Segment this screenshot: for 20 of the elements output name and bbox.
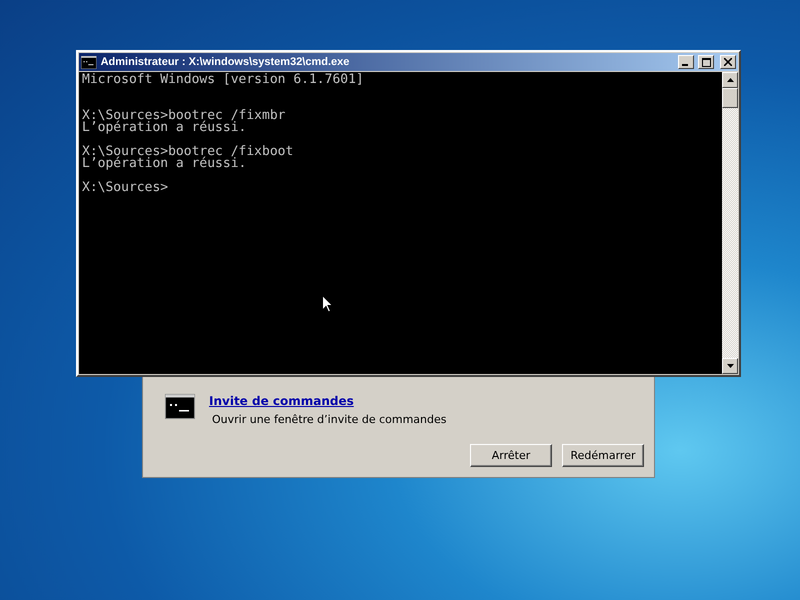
console-icon bbox=[81, 56, 97, 68]
down-arrow-icon bbox=[726, 364, 734, 368]
dialog-button[interactable]: Arrêter bbox=[470, 444, 552, 467]
close-icon bbox=[724, 58, 732, 66]
scroll-thumb[interactable] bbox=[722, 88, 738, 108]
window-title: Administrateur : X:\windows\system32\cmd.exe bbox=[100, 56, 350, 68]
console-output: Microsoft Windows [version 6.1.7601] X:\Sources>bootrec /fixmbr L’opération a réussi. X:\Sources>bootrec /fixboot L’opération a réussi. X:\Sources> bbox=[79, 72, 722, 374]
command-prompt-icon bbox=[165, 394, 195, 419]
dialog-button[interactable]: Redémarrer bbox=[562, 444, 644, 467]
maximize-icon bbox=[702, 58, 710, 66]
close-button[interactable] bbox=[720, 55, 736, 69]
tool-description: Ouvrir une fenêtre d’invite de commandes bbox=[211, 413, 446, 426]
scroll-up-button[interactable] bbox=[722, 72, 738, 88]
scrollbar[interactable] bbox=[722, 72, 738, 374]
command-prompt-link[interactable]: Invite de commandes bbox=[209, 394, 446, 408]
mouse-pointer-icon bbox=[322, 295, 333, 313]
up-arrow-icon bbox=[726, 78, 734, 82]
maximize-button[interactable] bbox=[698, 55, 714, 69]
minimize-button[interactable] bbox=[678, 55, 694, 69]
scroll-down-button[interactable] bbox=[722, 358, 738, 374]
